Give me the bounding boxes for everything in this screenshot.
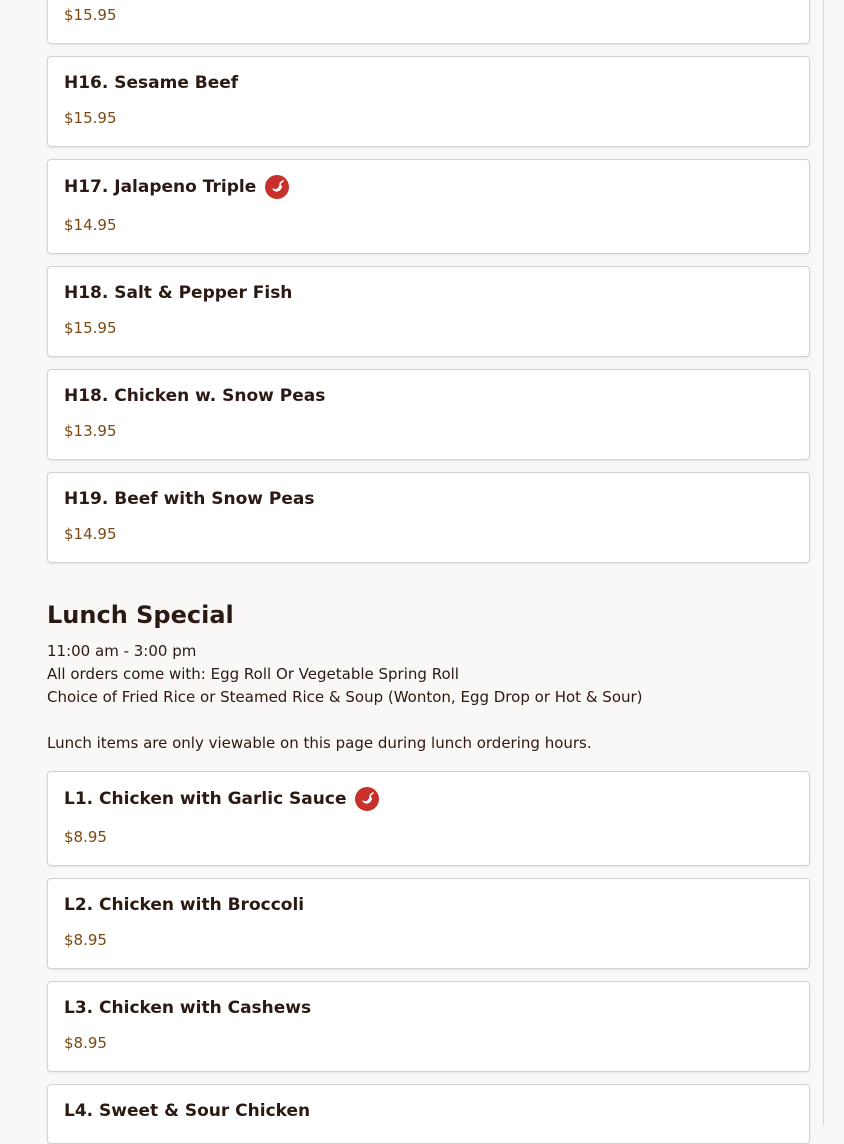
item-name: H16. Sesame Beef	[64, 73, 239, 93]
item-price: $8.95	[64, 931, 107, 949]
item-name: L2. Chicken with Broccoli	[64, 895, 305, 915]
menu-item-card[interactable]: H16. Sesame Beef $15.95	[47, 56, 810, 147]
menu-item-card[interactable]: L2. Chicken with Broccoli $8.95	[47, 878, 810, 969]
menu-item-card[interactable]: H18. Chicken w. Snow Peas $13.95	[47, 369, 810, 460]
item-price: $14.95	[64, 525, 117, 543]
item-price: $13.95	[64, 422, 117, 440]
menu-item-card[interactable]: H18. Salt & Pepper Fish $15.95	[47, 266, 810, 357]
item-name: H19. Beef with Snow Peas	[64, 489, 315, 509]
item-name-row: H17. Jalapeno Triple	[64, 175, 290, 199]
menu-item-card[interactable]: H19. Beef with Snow Peas $14.95	[47, 472, 810, 563]
item-name: H18. Salt & Pepper Fish	[64, 283, 293, 303]
item-name: H17. Jalapeno Triple	[64, 177, 257, 197]
chili-pepper-icon	[355, 787, 380, 811]
item-price: $8.95	[64, 828, 107, 846]
lunch-hours: 11:00 am - 3:00 pm	[47, 642, 197, 660]
menu-item-card[interactable]: H17. Jalapeno Triple $14.95	[47, 159, 810, 254]
scroll-rail	[823, 0, 824, 1125]
item-name: L3. Chicken with Cashews	[64, 998, 312, 1018]
menu-item-card[interactable]: $15.95	[47, 0, 810, 44]
chili-pepper-icon	[265, 175, 290, 199]
section-title: Lunch Special	[47, 601, 234, 629]
menu-item-card[interactable]: L4. Sweet & Sour Chicken	[47, 1084, 810, 1144]
lunch-notice: Lunch items are only viewable on this pa…	[47, 734, 592, 752]
menu-item-card[interactable]: L1. Chicken with Garlic Sauce $8.95	[47, 771, 810, 866]
item-name: L1. Chicken with Garlic Sauce	[64, 789, 347, 809]
item-price: $8.95	[64, 1034, 107, 1052]
item-name-row: L1. Chicken with Garlic Sauce	[64, 787, 380, 811]
item-price: $15.95	[64, 109, 117, 127]
lunch-includes: All orders come with: Egg Roll Or Vegeta…	[47, 665, 459, 683]
item-price: $15.95	[64, 319, 117, 337]
lunch-choice: Choice of Fried Rice or Steamed Rice & S…	[47, 688, 643, 706]
menu-item-card[interactable]: L3. Chicken with Cashews $8.95	[47, 981, 810, 1072]
item-price: $14.95	[64, 216, 117, 234]
item-name: L4. Sweet & Sour Chicken	[64, 1101, 311, 1121]
item-name: H18. Chicken w. Snow Peas	[64, 386, 326, 406]
item-price: $15.95	[64, 6, 117, 24]
